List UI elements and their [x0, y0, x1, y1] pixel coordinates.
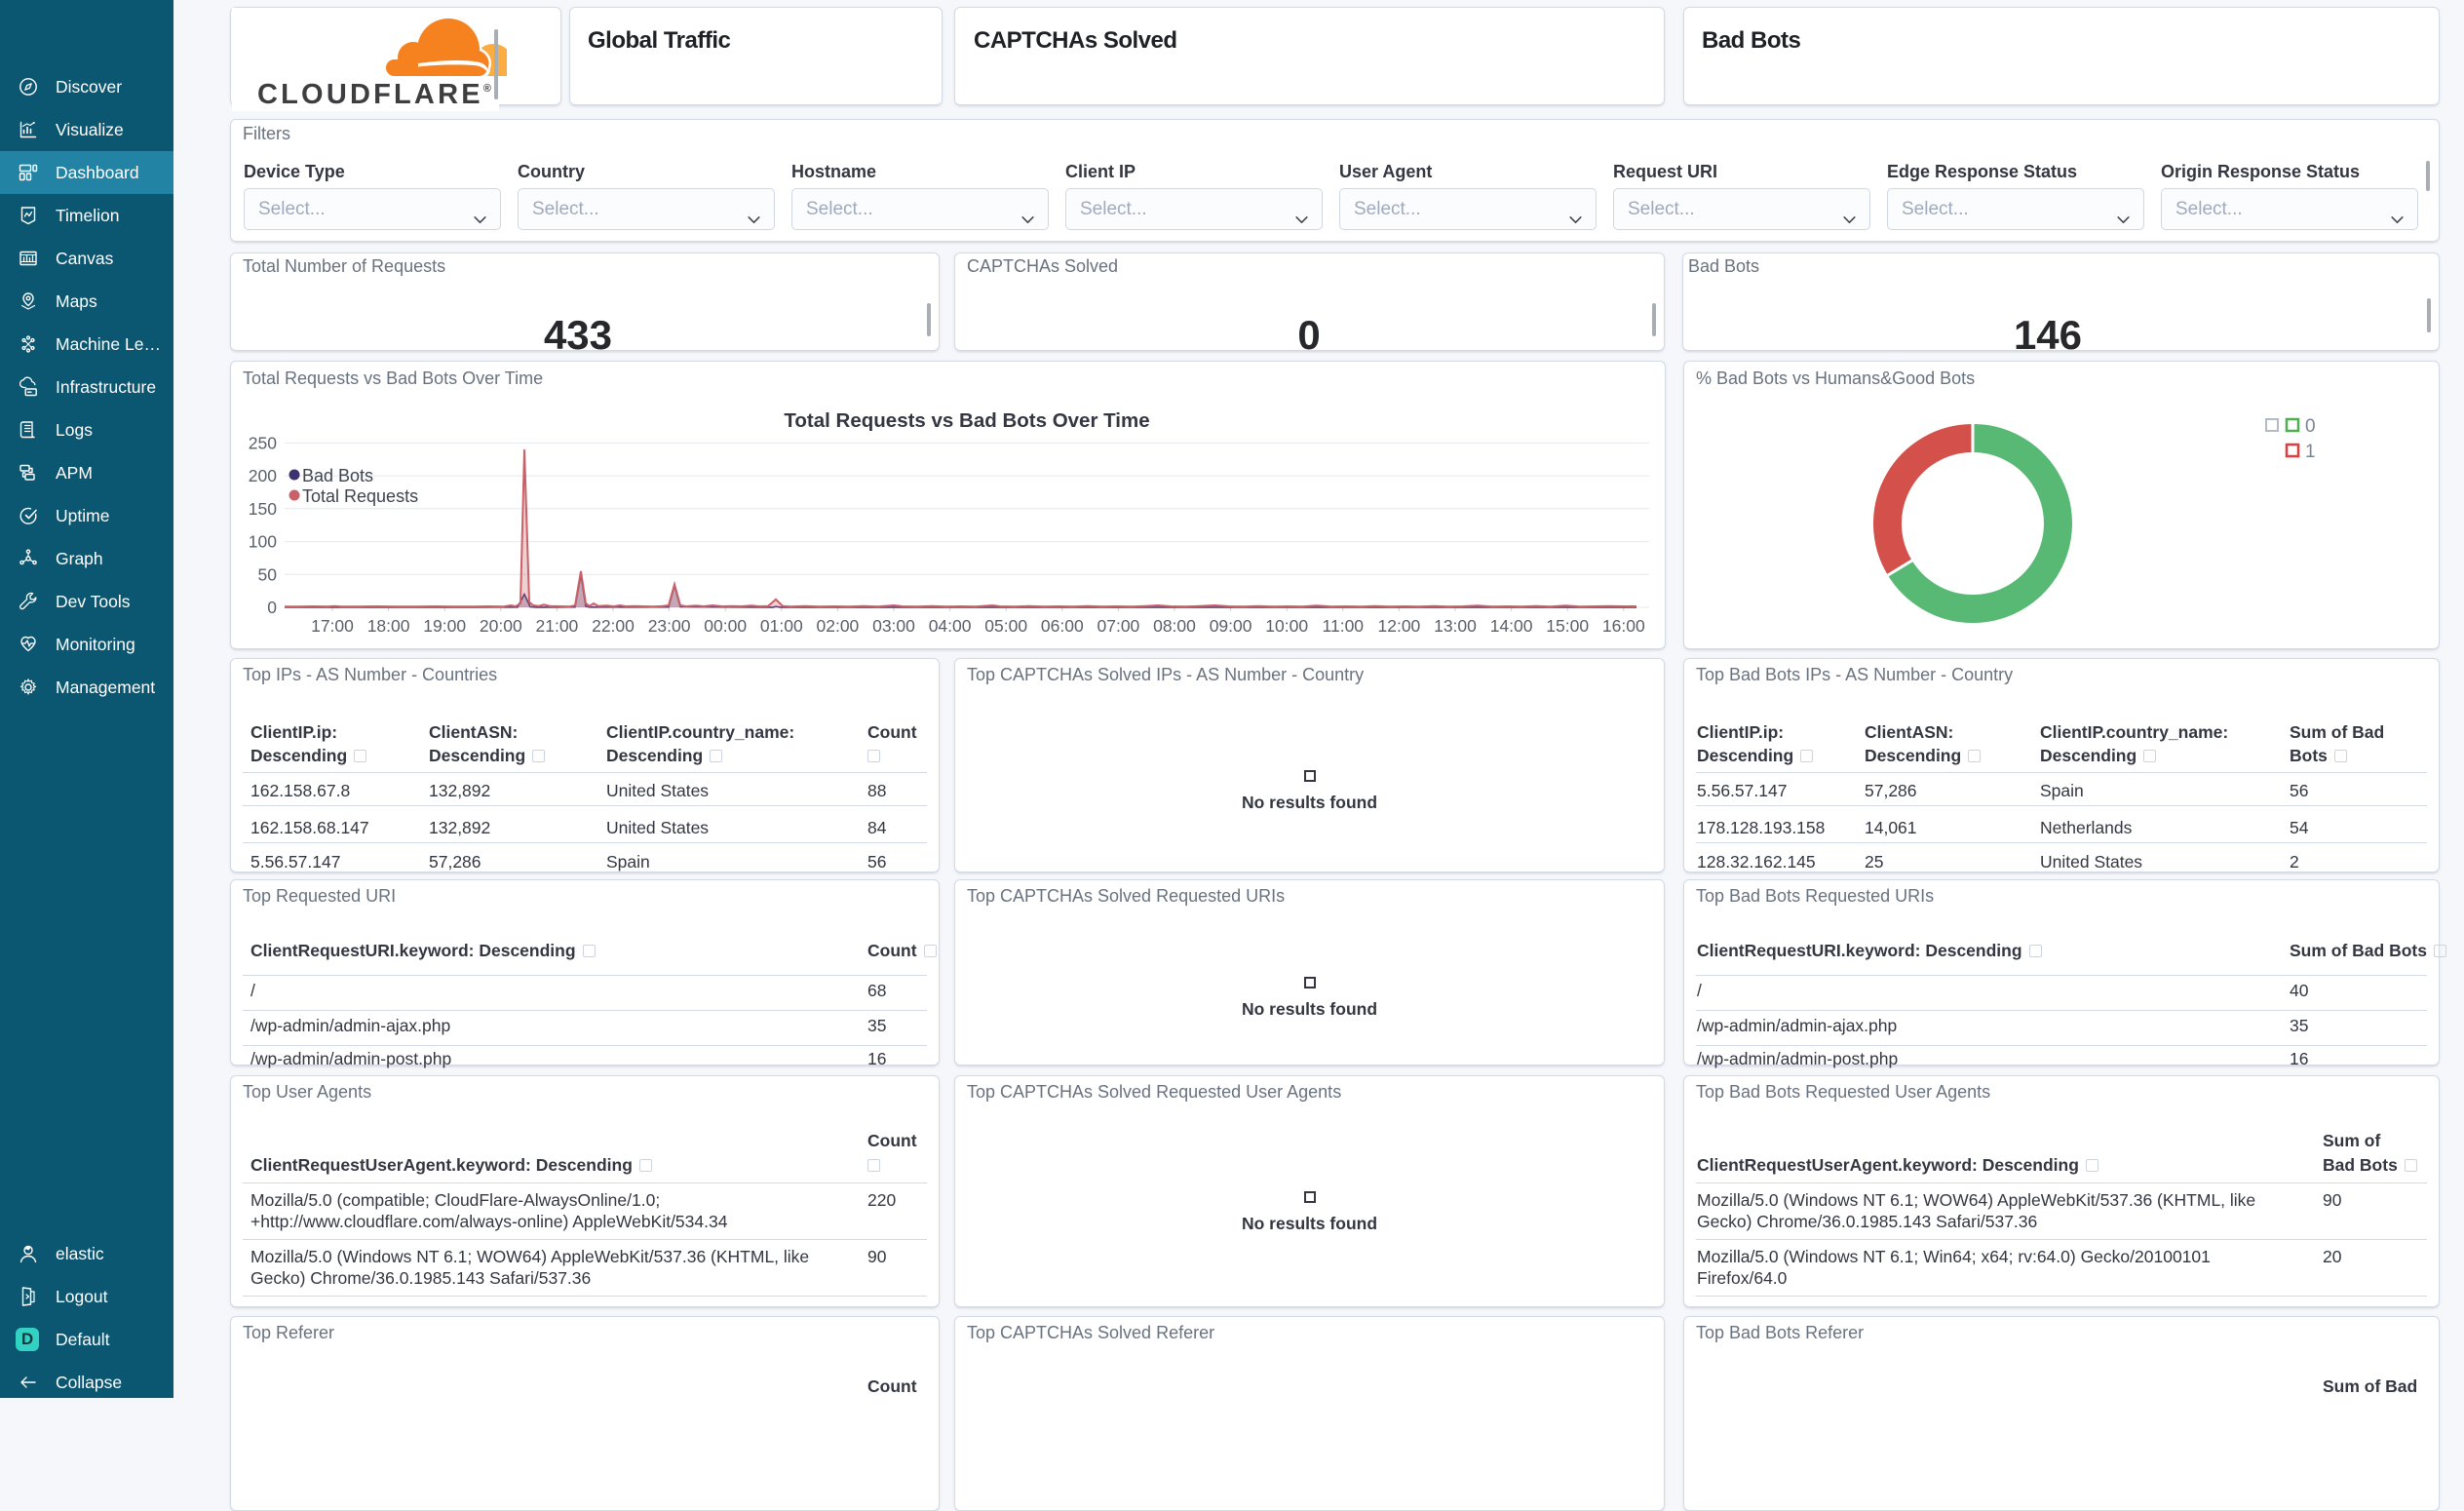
svg-text:23:00: 23:00 — [648, 616, 691, 636]
svg-text:250: 250 — [249, 433, 277, 452]
svg-text:Bad Bots: Bad Bots — [302, 466, 373, 485]
svg-text:17:00: 17:00 — [311, 616, 354, 636]
svg-text:04:00: 04:00 — [929, 616, 972, 636]
svg-text:20:00: 20:00 — [480, 616, 522, 636]
svg-text:07:00: 07:00 — [1097, 616, 1140, 636]
svg-text:21:00: 21:00 — [536, 616, 579, 636]
svg-text:05:00: 05:00 — [984, 616, 1027, 636]
svg-text:06:00: 06:00 — [1041, 616, 1084, 636]
svg-text:03:00: 03:00 — [872, 616, 915, 636]
svg-text:00:00: 00:00 — [704, 616, 747, 636]
svg-text:01:00: 01:00 — [760, 616, 803, 636]
svg-text:11:00: 11:00 — [1323, 616, 1365, 636]
svg-text:19:00: 19:00 — [423, 616, 466, 636]
svg-text:13:00: 13:00 — [1434, 616, 1477, 636]
svg-text:02:00: 02:00 — [817, 616, 860, 636]
svg-text:10:00: 10:00 — [1265, 616, 1308, 636]
svg-text:1: 1 — [2305, 442, 2316, 462]
svg-text:Total Requests: Total Requests — [302, 486, 418, 506]
svg-text:08:00: 08:00 — [1153, 616, 1196, 636]
svg-text:16:00: 16:00 — [1602, 616, 1645, 636]
svg-text:15:00: 15:00 — [1546, 616, 1589, 636]
svg-text:09:00: 09:00 — [1210, 616, 1252, 636]
svg-text:22:00: 22:00 — [592, 616, 635, 636]
svg-text:14:00: 14:00 — [1490, 616, 1533, 636]
svg-text:Total Requests vs Bad Bots Ove: Total Requests vs Bad Bots Over Time — [784, 409, 1149, 432]
svg-text:150: 150 — [249, 499, 277, 519]
svg-text:0: 0 — [267, 598, 277, 617]
svg-text:50: 50 — [258, 564, 278, 584]
svg-text:200: 200 — [249, 466, 277, 485]
svg-text:100: 100 — [249, 532, 277, 552]
svg-text:0: 0 — [2305, 416, 2316, 437]
svg-text:12:00: 12:00 — [1378, 616, 1421, 636]
svg-text:18:00: 18:00 — [367, 616, 410, 636]
